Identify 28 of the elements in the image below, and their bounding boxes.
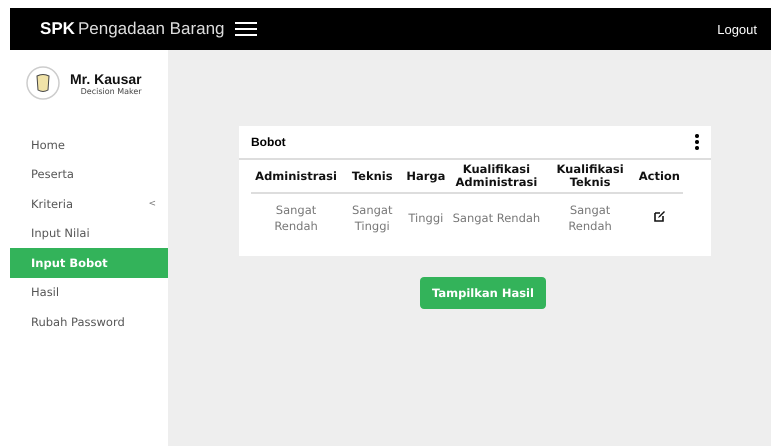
table-cell: Sangat Rendah <box>544 193 636 242</box>
more-icon[interactable] <box>695 134 699 150</box>
edit-icon[interactable] <box>654 211 665 222</box>
avatar-icon <box>26 66 60 100</box>
table-cell: Sangat Rendah <box>448 193 544 242</box>
app-title: Pengadaan Barang <box>78 19 224 39</box>
menu-icon[interactable] <box>234 22 256 36</box>
user-name: Mr. Kausar <box>70 70 142 86</box>
column-header: Kualifikasi Teknis <box>544 160 636 193</box>
sidebar-item[interactable]: Home <box>10 130 168 160</box>
logout-link[interactable]: Logout <box>717 22 757 36</box>
table-cell: Tinggi <box>403 193 448 242</box>
sidebar-item[interactable]: Peserta <box>10 160 168 189</box>
caret-icon: < <box>148 198 156 209</box>
column-header: Harga <box>403 160 448 193</box>
sidebar-item[interactable]: Input Nilai <box>10 218 168 248</box>
card-title: Bobot <box>251 135 286 149</box>
column-header: Action <box>636 160 683 193</box>
sidebar-item[interactable]: Rubah Password <box>10 307 168 336</box>
column-header: Teknis <box>341 160 404 193</box>
table-cell: Sangat Rendah <box>251 193 342 242</box>
column-header: Administrasi <box>251 160 342 193</box>
sidebar-item[interactable]: Kriteria < <box>10 189 168 218</box>
brand-name: SPK <box>40 19 75 39</box>
column-header: Kualifikasi Administrasi <box>448 160 544 193</box>
sidebar-item[interactable]: Hasil <box>10 278 168 307</box>
table-cell: Sangat Tinggi <box>341 193 404 242</box>
user-role: Decision Maker <box>80 86 142 96</box>
